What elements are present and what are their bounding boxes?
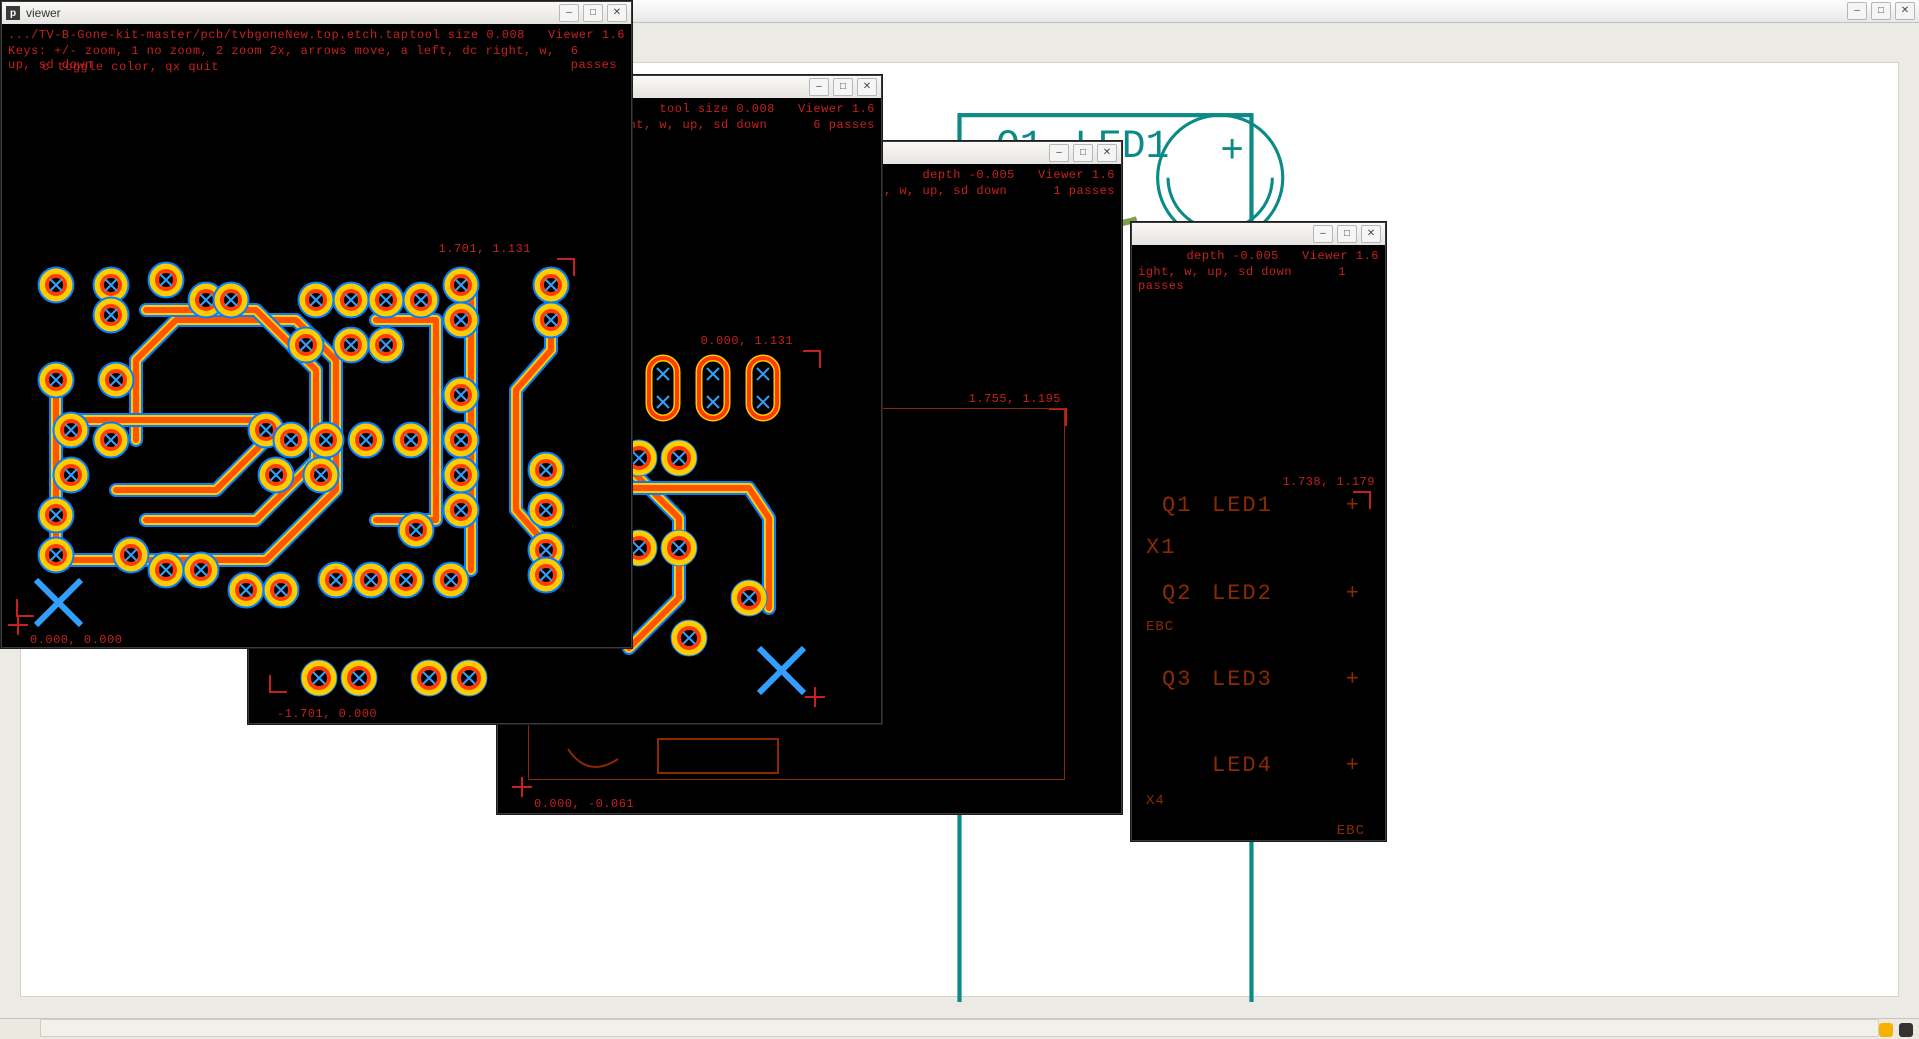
viewer1-passes: 6 passes [571,44,625,72]
viewer2-minimize-button[interactable]: – [809,78,829,96]
silk-ebc-1: EBC [1146,619,1174,635]
silk-x1: X1 [1146,535,1176,560]
silk-ebc-2: EBC [1202,823,1365,839]
silk-plus-2: + [1346,581,1361,606]
viewer1-tool: tool size 0.008 [409,28,525,42]
silk-led2: LED2 [1212,581,1273,606]
viewer4-minimize-button[interactable]: – [1313,225,1333,243]
silk-plus-4: + [1346,753,1361,778]
viewer3-silk-partial [528,729,828,789]
silk-led4: LED4 [1212,753,1273,778]
viewer4-version: Viewer 1.6 [1302,249,1379,263]
viewer4-keys-tail: ight, w, up, sd down [1138,265,1292,279]
viewer3-passes: 1 passes [1053,184,1115,198]
silk-q1: Q1 [1162,493,1192,518]
viewer4-maximize-button[interactable]: □ [1337,225,1357,243]
viewer1-version: Viewer 1.6 [548,28,625,42]
viewer1-maximize-button[interactable]: □ [583,4,603,22]
viewer3-origin-cross-icon [512,777,532,797]
viewer4-titlebar[interactable]: – □ ✕ [1132,223,1385,246]
silk-led3: LED3 [1212,667,1273,692]
viewer4-depth: depth -0.005 [1186,249,1278,263]
viewer3-coord-origin: 0.000, -0.061 [534,797,634,811]
minimize-icon: – [1854,6,1860,16]
silk-q2: Q2 [1162,581,1192,606]
minimize-button[interactable]: – [1847,2,1867,20]
viewer3-close-button[interactable]: ✕ [1097,144,1117,162]
viewer1-toggle: c toggle color, qx quit [42,60,219,74]
maximize-icon: □ [1878,6,1884,16]
viewer3-minimize-button[interactable]: – [1049,144,1069,162]
silk-led1: LED1 [1212,493,1273,518]
viewer1-pcb-render: [ [40,25],[95,25],[95,55],[150,20],[190,… [16,260,616,630]
silk-plus-1: + [1346,493,1361,518]
viewer4-coord-top: 1.738, 1.179 [1283,475,1375,489]
viewer2-keys-tail: ight, w, up, sd down [613,118,767,132]
viewer3-version: Viewer 1.6 [1038,168,1115,182]
silk-x4: X4 [1146,793,1165,809]
viewer2-bracket-bl [269,675,287,693]
svg-text:+: + [1220,129,1244,174]
viewer2-coord-origin: -1.701, 0.000 [277,707,377,721]
viewer-window-4[interactable]: – □ ✕ depth -0.005 Viewer 1.6 ight, w, u… [1131,222,1386,841]
viewer1-canvas[interactable]: .../TV-B-Gone-kit-master/pcb/tvbgoneNew.… [2,24,631,647]
viewer1-title: viewer [26,6,61,20]
viewer2-passes: 6 passes [813,118,875,132]
viewer-window-1[interactable]: p viewer – □ ✕ .../TV-B-Gone-kit-master/… [1,1,632,648]
viewer1-file: .../TV-B-Gone-kit-master/pcb/tvbgoneNew.… [8,28,408,42]
status-icons [1879,1023,1913,1037]
pygame-icon: p [6,6,20,20]
viewer2-maximize-button[interactable]: □ [833,78,853,96]
maximize-button[interactable]: □ [1871,2,1891,20]
silk-plus-3: + [1346,667,1361,692]
viewer1-minimize-button[interactable]: – [559,4,579,22]
viewer2-tool: tool size 0.008 [659,102,775,116]
viewer2-close-button[interactable]: ✕ [857,78,877,96]
viewer3-depth: depth -0.005 [922,168,1014,182]
close-icon: ✕ [1901,6,1909,16]
viewer3-maximize-button[interactable]: □ [1073,144,1093,162]
viewer4-close-button[interactable]: ✕ [1361,225,1381,243]
status-info-icon [1899,1023,1913,1037]
horizontal-scrollbar[interactable] [40,1019,1879,1037]
viewer3-coord-top: 1.755, 1.195 [969,392,1061,406]
status-indicator-icon [1879,1023,1893,1037]
host-statusbar [0,1018,1919,1039]
viewer1-origin-cross-icon [8,615,28,635]
viewer1-titlebar[interactable]: p viewer – □ ✕ [2,2,631,25]
viewer2-origin-cross-icon [805,687,825,707]
viewer2-version: Viewer 1.6 [798,102,875,116]
viewer2-coord-top: 0.000, 1.131 [701,334,793,348]
viewer1-close-button[interactable]: ✕ [607,4,627,22]
close-button[interactable]: ✕ [1895,2,1915,20]
viewer1-coord-origin: 0.000, 0.000 [30,633,122,647]
viewer1-coord-top: 1.701, 1.131 [439,242,531,256]
viewer4-canvas[interactable]: depth -0.005 Viewer 1.6 ight, w, up, sd … [1132,245,1385,840]
silk-q3: Q3 [1162,667,1192,692]
